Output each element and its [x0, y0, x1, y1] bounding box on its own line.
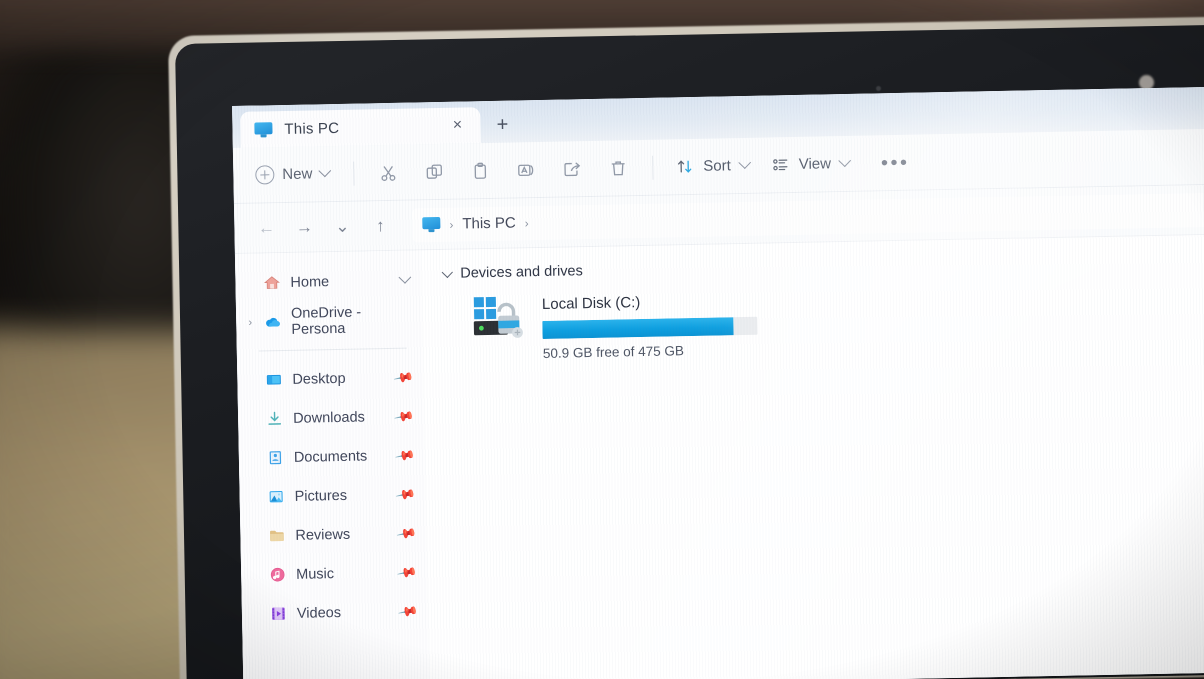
sidebar-item-documents[interactable]: Documents 📌: [239, 435, 426, 478]
sidebar-item-label: Videos: [296, 604, 342, 622]
sort-label: Sort: [703, 157, 731, 175]
pin-icon[interactable]: 📌: [396, 561, 418, 583]
pin-icon[interactable]: 📌: [393, 405, 415, 427]
local-disk-drive-icon: [472, 294, 529, 343]
up-button[interactable]: ↑: [362, 209, 399, 242]
sidebar-item-music[interactable]: Music 📌: [241, 552, 428, 595]
navigation-pane: Home › OneDrive - Persona Desktop 📌 Down…: [234, 250, 430, 679]
sidebar-item-videos[interactable]: Videos 📌: [242, 591, 429, 634]
more-options-button[interactable]: •••: [871, 148, 920, 177]
this-pc-icon: [254, 121, 273, 137]
sidebar-item-label: Music: [296, 565, 335, 583]
copy-button[interactable]: [412, 152, 457, 191]
documents-icon: [267, 449, 284, 466]
new-tab-icon[interactable]: +: [480, 106, 525, 143]
folder-icon: [268, 527, 285, 544]
sort-chevron-down-icon: [737, 156, 751, 170]
drive-details: Local Disk (C:) 50.9 GB free of 475 GB: [542, 290, 758, 361]
music-icon: [269, 566, 286, 583]
sort-button[interactable]: Sort: [665, 150, 759, 183]
back-button[interactable]: ←: [248, 212, 285, 245]
breadcrumb-item-this-pc[interactable]: This PC: [462, 214, 516, 232]
toolbar-divider: [353, 161, 355, 186]
drive-capacity-bar: [542, 316, 758, 339]
paste-button[interactable]: [458, 151, 503, 190]
view-chevron-down-icon: [838, 154, 851, 168]
tab-this-pc[interactable]: This PC ×: [240, 107, 481, 148]
drive-capacity-bar-fill: [542, 317, 734, 339]
breadcrumb-separator-2[interactable]: ›: [525, 216, 529, 230]
chevron-down-icon: [318, 164, 332, 178]
delete-button[interactable]: [596, 149, 641, 188]
sidebar-item-label: Desktop: [292, 370, 346, 388]
sidebar-item-label: OneDrive - Persona: [290, 304, 362, 338]
view-button[interactable]: View: [760, 148, 859, 181]
sidebar-item-home[interactable]: Home: [235, 260, 422, 303]
sidebar-item-label: Documents: [293, 447, 368, 466]
plus-circle-icon: [255, 165, 275, 185]
new-button-label: New: [282, 165, 313, 184]
content-pane: Devices and drives Local Disk (C:) 50.9 …: [421, 234, 1204, 679]
pin-icon[interactable]: 📌: [394, 483, 417, 505]
sidebar-item-label: Reviews: [295, 526, 351, 544]
cut-button[interactable]: [366, 153, 411, 192]
onedrive-icon: [264, 313, 281, 330]
pin-icon[interactable]: 📌: [392, 366, 415, 388]
view-label: View: [798, 155, 832, 173]
group-header-label: Devices and drives: [460, 263, 583, 282]
drive-name-label: Local Disk (C:): [541, 294, 641, 313]
pin-icon[interactable]: 📌: [397, 600, 419, 622]
devices-and-drives-group-header[interactable]: Devices and drives: [441, 250, 1204, 282]
sidebar-item-onedrive[interactable]: › OneDrive - Persona: [236, 299, 423, 342]
recent-locations-button[interactable]: ⌄: [324, 210, 361, 243]
pictures-icon: [267, 488, 284, 505]
new-button[interactable]: New: [247, 158, 342, 191]
home-chevron-down-icon[interactable]: [398, 270, 412, 284]
sidebar-item-label: Downloads: [292, 408, 366, 427]
videos-icon: [270, 605, 287, 622]
rename-button[interactable]: [504, 150, 549, 189]
sidebar-item-reviews[interactable]: Reviews 📌: [240, 513, 427, 556]
sidebar-item-desktop[interactable]: Desktop 📌: [237, 357, 424, 400]
window-body: Home › OneDrive - Persona Desktop 📌 Down…: [234, 234, 1204, 679]
drive-capacity-label: 50.9 GB free of 475 GB: [542, 343, 685, 361]
screen-content: This PC × + New Sort View ••• ← → ⌄ ↑ › …: [232, 86, 1204, 679]
sidebar-item-label: Home: [290, 273, 330, 291]
laptop-photo: This PC × + New Sort View ••• ← → ⌄ ↑ › …: [0, 0, 1204, 679]
share-button[interactable]: [550, 149, 595, 188]
pin-icon[interactable]: 📌: [395, 522, 418, 544]
expander-chevron-right-icon[interactable]: ›: [244, 316, 256, 328]
sidebar-item-pictures[interactable]: Pictures 📌: [239, 474, 426, 517]
downloads-icon: [266, 410, 283, 427]
pin-icon[interactable]: 📌: [394, 444, 416, 466]
close-tab-icon[interactable]: ×: [444, 112, 471, 139]
breadcrumb-separator-1: ›: [449, 217, 454, 232]
group-collapse-chevron-icon[interactable]: [441, 266, 453, 279]
toolbar-divider-2: [652, 155, 654, 180]
webcam-indicator-icon: [876, 86, 881, 91]
desktop-icon: [265, 371, 282, 388]
breadcrumb-this-pc-icon: [422, 216, 441, 233]
file-explorer-window: This PC × + New Sort View ••• ← → ⌄ ↑ › …: [232, 86, 1204, 679]
forward-button[interactable]: →: [286, 211, 323, 244]
sidebar-item-downloads[interactable]: Downloads 📌: [238, 396, 425, 439]
sidebar-item-label: Pictures: [294, 487, 348, 505]
drive-item-local-disk-c[interactable]: Local Disk (C:) 50.9 GB free of 475 GB: [444, 280, 1204, 362]
home-icon: [263, 274, 280, 291]
breadcrumb[interactable]: › This PC ›: [412, 192, 1204, 242]
tab-label: This PC: [284, 119, 340, 138]
sidebar-divider: [258, 347, 407, 352]
